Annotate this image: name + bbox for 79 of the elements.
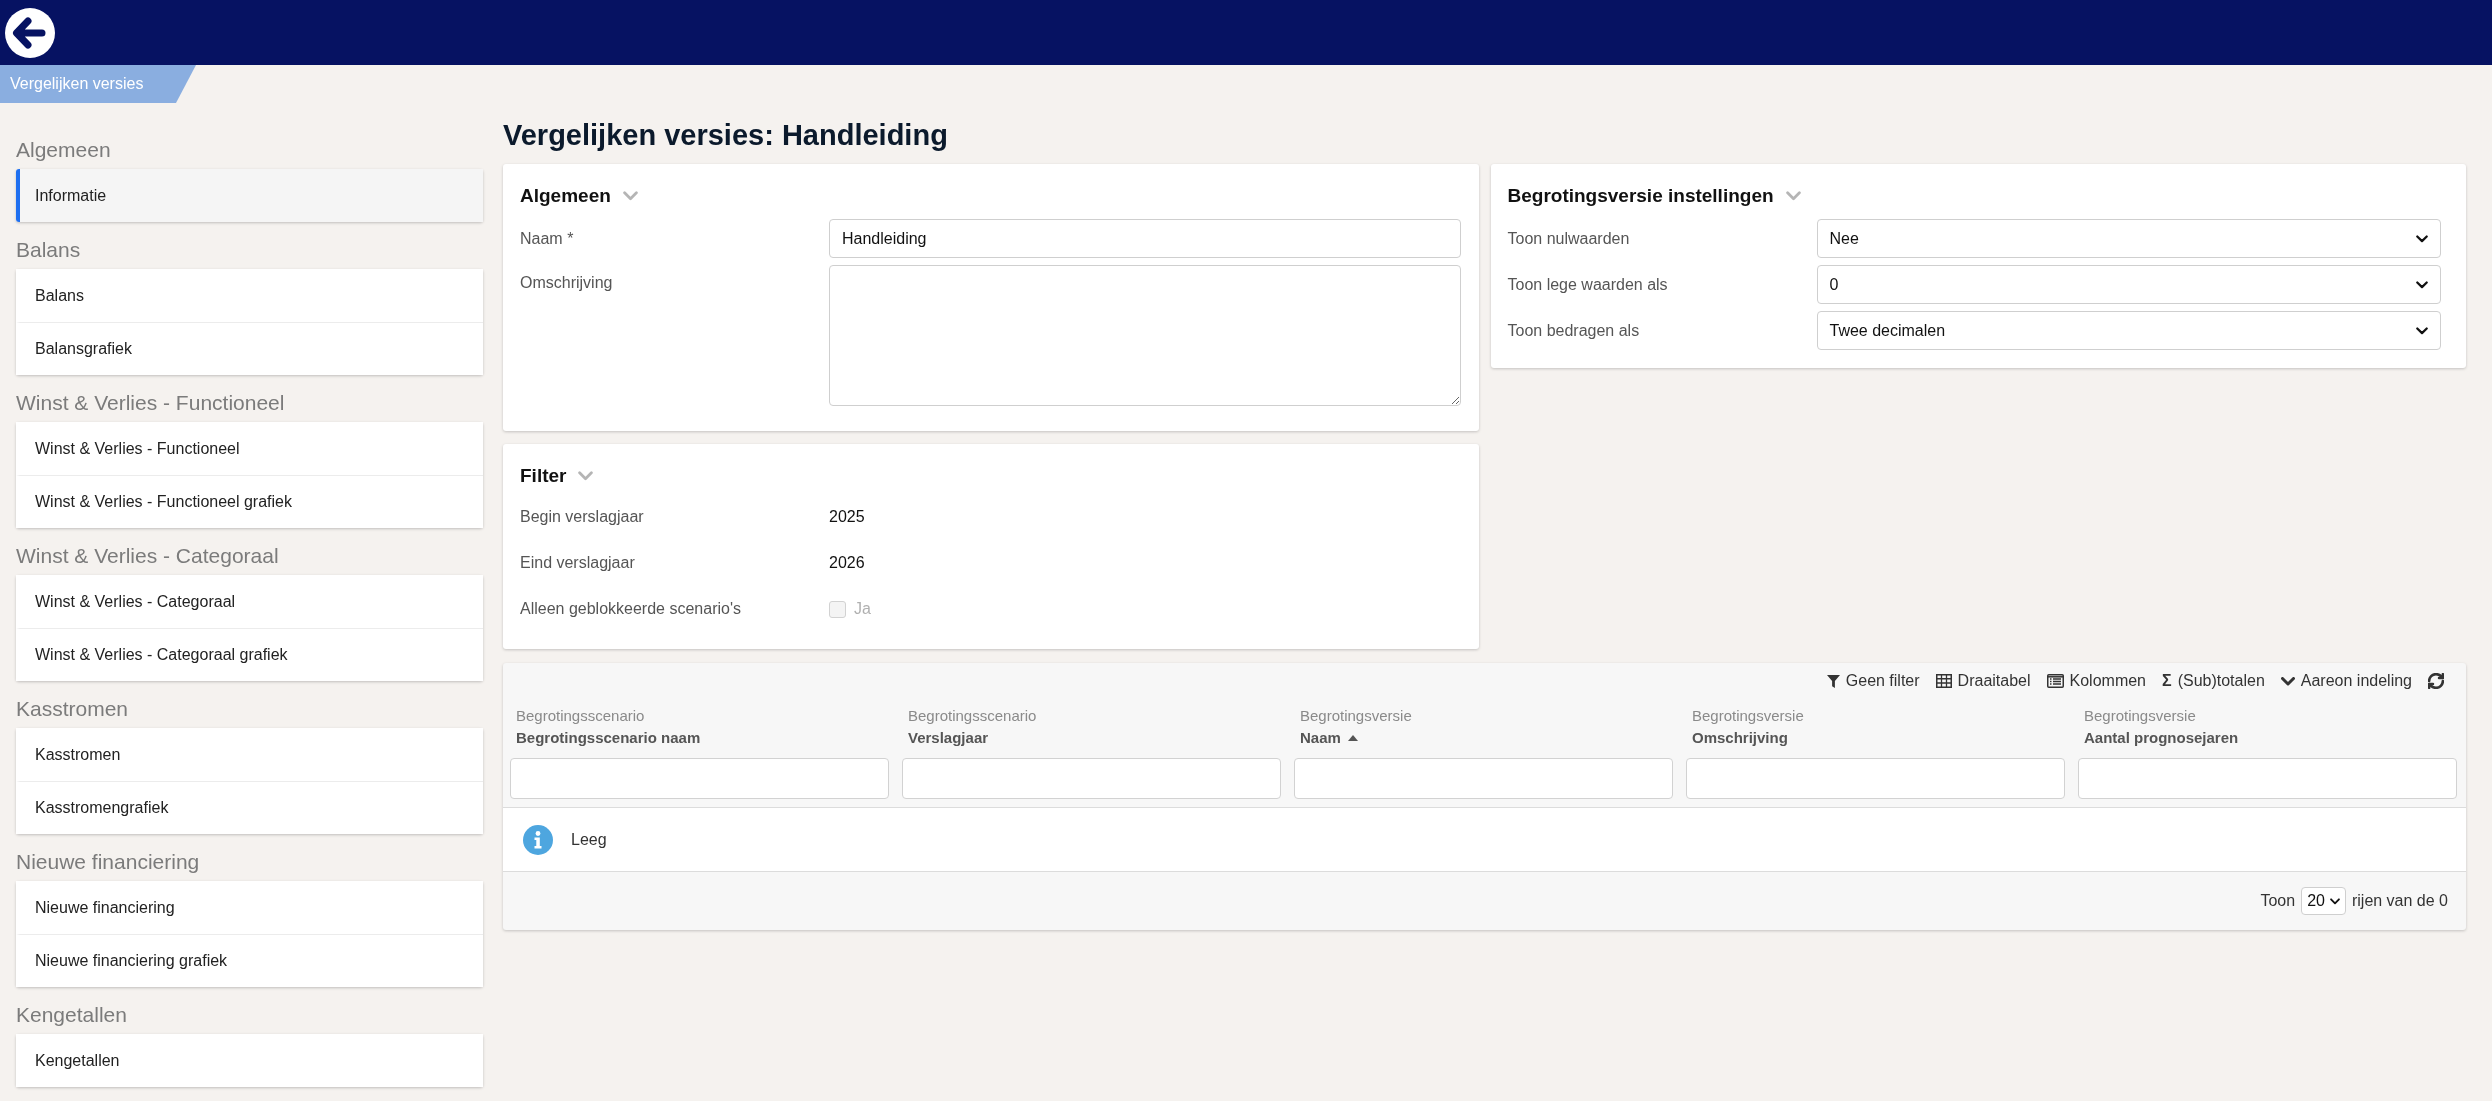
field-label: Toon lege waarden als <box>1507 275 1668 295</box>
column-header[interactable]: Verslagjaar <box>908 727 989 749</box>
select-field[interactable]: Twee decimalen <box>1816 311 2441 350</box>
chevron-down-icon <box>2329 897 2340 905</box>
section-title: Algemeen <box>520 184 611 208</box>
list-icon <box>2046 674 2064 688</box>
column-filter-input[interactable] <box>1686 758 2065 799</box>
sidebar-item[interactable]: Kengetallen <box>16 1034 483 1087</box>
section-title: Begrotingsversie instellingen <box>1507 184 1774 208</box>
sidebar-item[interactable]: Winst & Verlies - Functioneel <box>16 422 483 475</box>
field-label: Begin verslagjaar <box>520 507 644 527</box>
field-label: Toon nulwaarden <box>1507 229 1630 249</box>
back-button[interactable] <box>5 7 55 58</box>
column-filter-input[interactable] <box>1294 758 1673 799</box>
sidebar-item[interactable]: Informatie <box>16 169 483 222</box>
sort-up-icon <box>1347 735 1358 741</box>
select-field[interactable]: Nee <box>1816 219 2441 258</box>
sidebar-item[interactable]: Winst & Verlies - Functioneel grafiek <box>16 475 483 528</box>
info-icon <box>523 824 553 855</box>
field-label: Toon bedragen als <box>1507 321 1640 341</box>
toolbar-button[interactable]: Draaitabel <box>1935 669 2031 693</box>
description-field[interactable] <box>829 265 1461 406</box>
refresh-icon <box>2428 673 2444 689</box>
field-label: Alleen geblokkeerde scenario's <box>520 599 741 619</box>
empty-message: Leeg <box>571 829 607 850</box>
sidebar-group-title: Winst & Verlies - Categoraal <box>16 543 279 569</box>
column-group-label: Begrotingsscenario <box>516 706 645 726</box>
sidebar-item[interactable]: Balans <box>16 269 483 322</box>
field-value: 2026 <box>829 553 865 573</box>
toolbar-button[interactable]: Kolommen <box>2046 669 2146 693</box>
sidebar-group-title: Balans <box>16 237 81 263</box>
chevron-down-icon <box>2280 676 2295 686</box>
table-grid-icon <box>1935 674 1952 688</box>
column-group-label: Begrotingsversie <box>1300 706 1412 726</box>
pagination-count: rijen van de 0 <box>2351 891 2448 911</box>
chevron-down-icon[interactable] <box>578 471 594 481</box>
column-header[interactable]: Begrotingsscenario naam <box>516 727 701 749</box>
sidebar-group-title: Kasstromen <box>16 696 129 722</box>
section-title: Filter <box>520 464 567 488</box>
column-group-label: Begrotingsscenario <box>908 706 1037 726</box>
column-filter-input[interactable] <box>902 758 1281 799</box>
sidebar-item[interactable]: Winst & Verlies - Categoraal grafiek <box>16 628 483 681</box>
column-header[interactable]: Omschrijving <box>1692 727 1788 749</box>
chevron-down-icon[interactable] <box>1785 191 1801 201</box>
column-group-label: Begrotingsversie <box>2084 706 2196 726</box>
field-value: 2025 <box>829 507 865 527</box>
checkbox-label: Ja <box>854 599 871 619</box>
field-label: Naam * <box>520 229 574 249</box>
sidebar-item[interactable]: Nieuwe financiering grafiek <box>16 934 483 987</box>
sidebar-group-title: Winst & Verlies - Functioneel <box>16 390 285 416</box>
chevron-down-icon <box>2416 280 2428 289</box>
sidebar-group-title: Nieuwe financiering <box>16 849 200 875</box>
sidebar-group-title: Algemeen <box>16 137 111 163</box>
sidebar-group-title: Kengetallen <box>16 1002 127 1028</box>
refresh-button[interactable] <box>2428 673 2444 689</box>
column-filter-input[interactable] <box>510 758 889 799</box>
column-header[interactable]: Aantal prognosejaren <box>2084 727 2239 749</box>
chevron-down-icon <box>2416 326 2428 335</box>
toolbar-button[interactable]: Σ (Sub)totalen <box>2162 669 2265 693</box>
sidebar-item[interactable]: Nieuwe financiering <box>16 881 483 934</box>
column-header[interactable]: Naam <box>1300 727 1358 749</box>
text-input[interactable]: Handleiding <box>829 219 1461 258</box>
field-label: Omschrijving <box>520 273 613 293</box>
sidebar-item[interactable]: Kasstromen <box>16 728 483 781</box>
filter-icon <box>1826 674 1840 688</box>
select-field[interactable]: 0 <box>1816 265 2441 304</box>
chevron-down-icon <box>2416 234 2428 243</box>
sidebar-item[interactable]: Winst & Verlies - Categoraal <box>16 575 483 628</box>
column-group-label: Begrotingsversie <box>1692 706 1804 726</box>
chevron-down-icon[interactable] <box>622 191 638 201</box>
toolbar-button[interactable]: Aareon indeling <box>2280 669 2412 693</box>
page-size-select[interactable]: 20 <box>2301 887 2346 915</box>
field-label: Eind verslagjaar <box>520 553 635 573</box>
page-title: Vergelijken versies: Handleiding <box>503 118 948 153</box>
pagination-label: Toon <box>2260 891 2296 911</box>
sidebar-item[interactable]: Kasstromengrafiek <box>16 781 483 834</box>
sidebar-item[interactable]: Balansgrafiek <box>16 322 483 375</box>
column-filter-input[interactable] <box>2078 758 2457 799</box>
toolbar-button[interactable]: Geen filter <box>1826 669 1920 693</box>
